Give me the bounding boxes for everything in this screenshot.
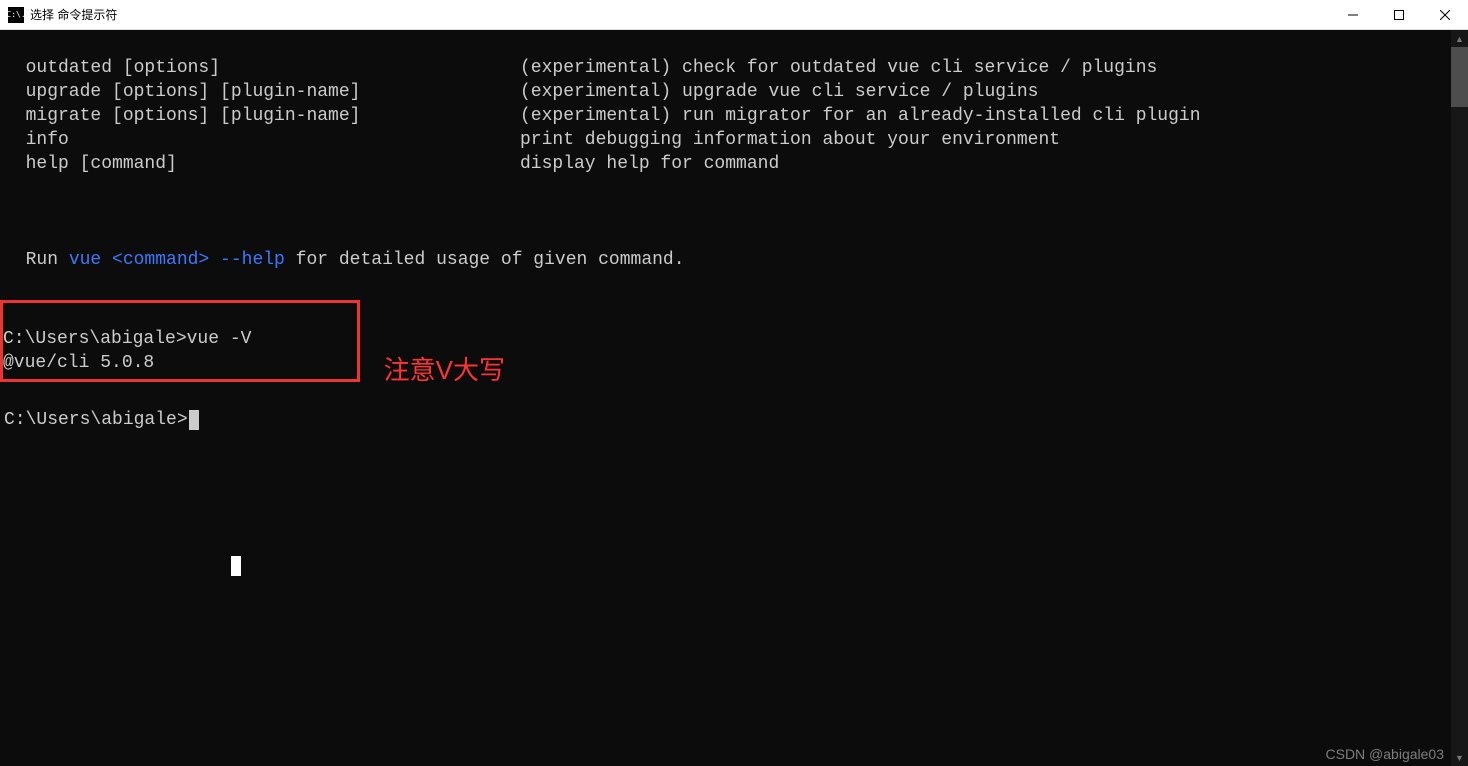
titlebar: C:\. 选择 命令提示符 [0,0,1468,30]
minimize-icon [1348,10,1358,20]
prompt-line: C:\Users\abigale> [4,410,188,430]
help-description: (experimental) upgrade vue cli service /… [520,80,1038,104]
minimize-button[interactable] [1330,0,1376,29]
help-description: (experimental) check for outdated vue cl… [520,56,1157,80]
window-title: 选择 命令提示符 [30,6,1330,23]
terminal[interactable]: outdated [options](experimental) check f… [0,30,1451,766]
version-output: @vue/cli 5.0.8 [3,353,154,373]
text-cursor [189,410,199,430]
help-description: display help for command [520,152,779,176]
help-description: print debugging information about your e… [520,128,1060,152]
window-controls [1330,0,1468,29]
help-command: outdated [options] [4,56,520,80]
help-command: help [command] [4,152,520,176]
scrollbar-thumb[interactable] [1451,47,1468,107]
maximize-button[interactable] [1376,0,1422,29]
terminal-wrapper: outdated [options](experimental) check f… [0,30,1468,766]
help-command: migrate [options] [plugin-name] [4,104,520,128]
help-row: infoprint debugging information about yo… [4,128,1451,152]
annotation-text: 注意V大写 [384,358,505,382]
help-command: info [4,128,520,152]
close-button[interactable] [1422,0,1468,29]
cmd-icon: C:\. [8,7,24,23]
scroll-down-button[interactable]: ▼ [1451,749,1468,766]
command-input-line: C:\Users\abigale>vue -V [3,329,251,349]
help-command: upgrade [options] [plugin-name] [4,80,520,104]
help-description: (experimental) run migrator for an alrea… [520,104,1201,128]
highlight-box: C:\Users\abigale>vue -V @vue/cli 5.0.8 [0,300,360,382]
help-row: outdated [options](experimental) check f… [4,56,1451,80]
vue-help-command: vue <command> --help [69,250,285,270]
help-row: migrate [options] [plugin-name](experime… [4,104,1451,128]
scroll-up-button[interactable]: ▲ [1451,30,1468,47]
scrollbar[interactable]: ▲ ▼ [1451,30,1468,766]
maximize-icon [1394,10,1404,20]
help-row: upgrade [options] [plugin-name](experime… [4,80,1451,104]
close-icon [1440,10,1450,20]
run-prefix: Run [4,250,69,270]
watermark: CSDN @abigale03 [1326,746,1445,762]
help-row: help [command]display help for command [4,152,1451,176]
run-suffix: for detailed usage of given command. [285,250,685,270]
selection-cursor [231,556,241,576]
